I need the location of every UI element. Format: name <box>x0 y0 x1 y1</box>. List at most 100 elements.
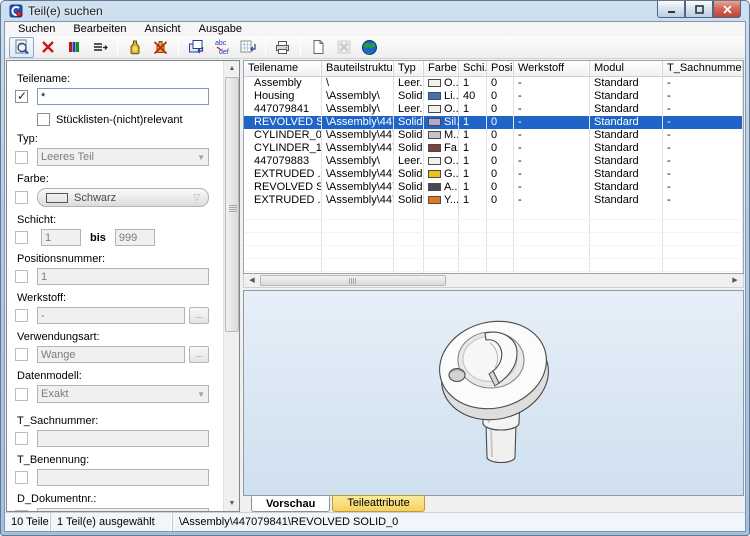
rename-abc-def-button[interactable]: abcdef <box>209 37 234 58</box>
table-hscrollbar[interactable]: ◀ ▶ <box>243 274 744 288</box>
werkstoff-browse-button[interactable]: ... <box>189 307 209 324</box>
table-cell: Assembly <box>244 77 322 90</box>
delete-button[interactable] <box>35 37 60 58</box>
maximize-button[interactable] <box>685 1 713 18</box>
t-benennung-input[interactable] <box>37 469 209 486</box>
flask-button[interactable] <box>122 37 147 58</box>
table-cell <box>590 259 663 271</box>
column-header[interactable]: Typ <box>394 61 424 76</box>
scrollbar-thumb[interactable] <box>260 275 446 286</box>
werkstoff-checkbox[interactable] <box>15 309 28 322</box>
table-cell <box>514 220 590 232</box>
menu-bearbeiten[interactable]: Bearbeiten <box>64 22 135 36</box>
table-insert-button[interactable] <box>235 37 260 58</box>
table-row[interactable]: 447079841\Assembly\Leer...O...10-Standar… <box>244 103 743 116</box>
d-dokumentnr-checkbox[interactable] <box>15 510 28 511</box>
scroll-right-icon[interactable]: ▶ <box>728 275 742 286</box>
column-header[interactable]: Modul <box>590 61 663 76</box>
table-cell <box>244 207 322 219</box>
table-cell: - <box>663 155 743 168</box>
table-row[interactable]: REVOLVED S...\Assembly\4470...SolidA...1… <box>244 181 743 194</box>
t-sachnummer-checkbox[interactable] <box>15 432 28 445</box>
table-row[interactable]: CYLINDER_1\Assembly\4470...SolidFa...10-… <box>244 142 743 155</box>
teilename-checkbox[interactable] <box>15 90 28 103</box>
form-scrollbar[interactable]: ▲ ▼ <box>223 61 239 511</box>
table-cell: 0 <box>487 77 514 90</box>
typ-select[interactable]: Leeres Teil▼ <box>37 148 209 166</box>
scrollbar-thumb[interactable] <box>225 77 239 332</box>
table-row[interactable]: CYLINDER_0\Assembly\4470...SolidM...10-S… <box>244 129 743 142</box>
table-cell <box>743 207 744 219</box>
table-row[interactable]: REVOLVED S...\Assembly\4470...SolidSil..… <box>244 116 743 129</box>
export-table-button[interactable] <box>331 37 356 58</box>
table-row[interactable]: EXTRUDED ...\Assembly\4470...SolidY...10… <box>244 194 743 207</box>
table-cell: Standard <box>590 142 663 155</box>
column-header[interactable]: Posi... <box>487 61 514 76</box>
table-row[interactable]: Assembly\Leer...O...10-Standard-- <box>244 77 743 90</box>
d-dokumentnr-input[interactable] <box>37 508 209 511</box>
tab-teileattribute[interactable]: Teileattribute <box>332 495 424 512</box>
copy-windows-button[interactable] <box>183 37 208 58</box>
menu-ausgabe[interactable]: Ausgabe <box>190 22 251 36</box>
table-cell: - <box>743 168 744 181</box>
scroll-down-icon[interactable]: ▼ <box>225 496 239 511</box>
t-benennung-label: T_Benennung: <box>17 454 223 466</box>
tab-vorschau[interactable]: Vorschau <box>251 496 330 512</box>
column-header[interactable]: T_Sachnummer <box>663 61 743 76</box>
toolbar-separator <box>265 38 266 56</box>
schicht-bis-input[interactable] <box>115 229 155 246</box>
schicht-von-input[interactable] <box>41 229 81 246</box>
table-row[interactable]: 447079883\Assembly\Leer...O...10-Standar… <box>244 155 743 168</box>
minimize-button[interactable] <box>657 1 685 18</box>
table-cell: Solid <box>394 129 424 142</box>
column-header[interactable]: Bauteilstruktur <box>322 61 394 76</box>
table-cell <box>743 246 744 258</box>
farbe-select[interactable]: Schwarz ▽ <box>37 188 209 207</box>
scroll-left-icon[interactable]: ◀ <box>245 275 259 286</box>
color-filter-button[interactable] <box>61 37 86 58</box>
schicht-checkbox[interactable] <box>15 231 28 244</box>
list-export-button[interactable] <box>87 37 112 58</box>
werkstoff-input[interactable] <box>37 307 185 324</box>
print-button[interactable] <box>270 37 295 58</box>
datenmodell-checkbox[interactable] <box>15 388 28 401</box>
teilename-input[interactable] <box>37 88 209 105</box>
new-document-button[interactable] <box>305 37 330 58</box>
table-cell: - <box>514 116 590 129</box>
close-button[interactable] <box>713 1 741 18</box>
typ-checkbox[interactable] <box>15 151 28 164</box>
table-cell: \Assembly\ <box>322 103 394 116</box>
column-header[interactable]: Teilename <box>244 61 322 76</box>
table-row[interactable]: Housing\Assembly\SolidLi...400-Standard-… <box>244 90 743 103</box>
table-cell: - <box>743 155 744 168</box>
datenmodell-select[interactable]: Exakt▼ <box>37 385 209 403</box>
table-cell <box>663 207 743 219</box>
t-benennung-checkbox[interactable] <box>15 471 28 484</box>
column-header[interactable]: Schi... <box>459 61 487 76</box>
verwendungsart-browse-button[interactable]: ... <box>189 346 209 363</box>
column-header[interactable]: Farbe <box>424 61 459 76</box>
menu-suchen[interactable]: Suchen <box>9 22 64 36</box>
positionsnummer-input[interactable] <box>37 268 209 285</box>
color-swatch <box>46 193 68 203</box>
column-header[interactable] <box>743 61 744 76</box>
search-preview-button[interactable] <box>9 37 34 58</box>
stuecklisten-checkbox[interactable] <box>37 113 50 126</box>
titlebar[interactable]: Teil(e) suchen <box>1 1 749 21</box>
farbe-checkbox[interactable] <box>15 191 28 204</box>
scroll-up-icon[interactable]: ▲ <box>225 61 239 76</box>
verwendungsart-input[interactable] <box>37 346 185 363</box>
table-cell: - <box>663 90 743 103</box>
positionsnummer-checkbox[interactable] <box>15 270 28 283</box>
table-cell: 1 <box>459 116 487 129</box>
verwendungsart-checkbox[interactable] <box>15 348 28 361</box>
column-header[interactable]: Werkstoff <box>514 61 590 76</box>
table-row[interactable]: EXTRUDED ...\Assembly\4470...SolidG...10… <box>244 168 743 181</box>
t-sachnummer-input[interactable] <box>37 430 209 447</box>
table-cell <box>394 207 424 219</box>
globe-button[interactable] <box>357 37 382 58</box>
flask-delete-button[interactable] <box>148 37 173 58</box>
table-cell: 1 <box>459 103 487 116</box>
bis-label: bis <box>90 232 106 244</box>
menu-ansicht[interactable]: Ansicht <box>136 22 190 36</box>
